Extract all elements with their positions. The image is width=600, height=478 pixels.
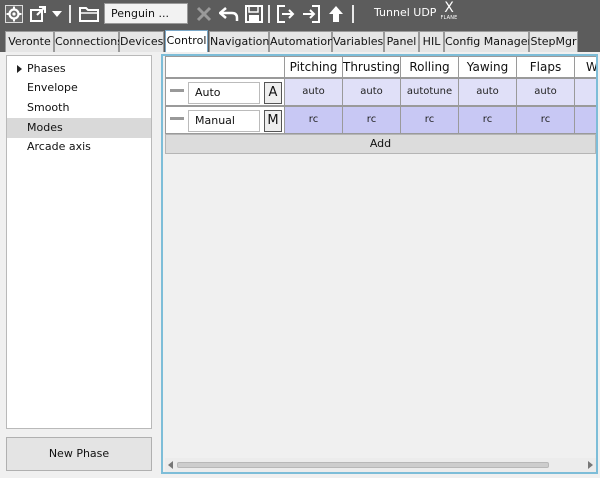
dropdown-chevron-down-icon[interactable] (50, 4, 64, 24)
modes-grid: Pitching Thrusting Rolling Yawing Flaps … (161, 54, 598, 474)
table-row[interactable]: Auto A auto auto autotune auto auto (165, 78, 596, 106)
open-external-icon[interactable] (28, 4, 48, 24)
project-selector[interactable]: Penguin ... (104, 3, 188, 24)
export-icon[interactable] (301, 4, 321, 24)
scroll-left-arrow-icon[interactable] (168, 461, 173, 469)
open-folder-icon[interactable] (78, 4, 100, 24)
sidebar-item-modes[interactable]: Modes (7, 118, 151, 138)
flane-logo-text: FLANE (440, 15, 458, 21)
toolbar-divider (352, 5, 354, 23)
mode-cell-yawing[interactable]: auto (458, 78, 517, 106)
tab-connections[interactable]: Connections (54, 31, 123, 52)
mode-cell-w[interactable] (574, 106, 596, 134)
column-header-flaps[interactable]: Flaps (516, 56, 575, 78)
mode-cell-pitching[interactable]: auto (284, 78, 343, 106)
sidebar-item-label: Envelope (27, 81, 78, 94)
tab-control[interactable]: Control (165, 30, 208, 53)
import-icon[interactable] (276, 4, 296, 24)
horizontal-scrollbar[interactable] (165, 458, 596, 472)
control-panel: Phases Envelope Smooth Modes Arcade axis… (0, 52, 600, 478)
tab-veronte[interactable]: Veronte (5, 31, 54, 52)
connection-label: Tunnel UDP (374, 6, 437, 19)
close-icon[interactable] (194, 4, 214, 24)
sidebar-item-label: Arcade axis (27, 140, 91, 153)
mode-cell-pitching[interactable]: rc (284, 106, 343, 134)
table-row[interactable]: Manual M rc rc rc rc rc (165, 106, 596, 134)
corner-header (165, 56, 285, 78)
sidebar-item-phases[interactable]: Phases (7, 59, 151, 79)
flane-logo-mark: X (444, 0, 454, 16)
toolbar-divider (268, 5, 270, 23)
sidebar-item-envelope[interactable]: Envelope (7, 78, 151, 98)
column-header-pitching[interactable]: Pitching (284, 56, 343, 78)
tab-devices[interactable]: Devices (119, 31, 164, 52)
main-toolbar: Penguin ... Tunnel UDP X FLANE (0, 0, 600, 28)
undo-icon[interactable] (218, 4, 240, 24)
add-mode-button[interactable]: Add (165, 134, 596, 154)
control-sidebar: Phases Envelope Smooth Modes Arcade axis (6, 55, 152, 429)
mode-cell-thrusting[interactable]: auto (342, 78, 401, 106)
tab-bar: Veronte Connections Devices Control Navi… (0, 28, 600, 53)
sidebar-item-smooth[interactable]: Smooth (7, 98, 151, 118)
tab-automation[interactable]: Automation (269, 31, 334, 52)
mode-cell-flaps[interactable]: rc (516, 106, 575, 134)
sidebar-item-label: Smooth (27, 101, 70, 114)
save-icon[interactable] (244, 4, 264, 24)
mode-cell-thrusting[interactable]: rc (342, 106, 401, 134)
drag-handle-icon[interactable] (170, 117, 184, 120)
settings-gear-icon[interactable] (4, 4, 24, 24)
mode-cell-yawing[interactable]: rc (458, 106, 517, 134)
tab-config-manager[interactable]: Config Manager (444, 31, 532, 52)
toolbar-divider (69, 5, 71, 23)
mode-key-button[interactable]: M (264, 110, 282, 132)
flane-logo-icon: X FLANE (438, 0, 460, 26)
upload-arrow-icon[interactable] (326, 4, 346, 24)
mode-cell-w[interactable] (574, 78, 596, 106)
column-header-thrusting[interactable]: Thrusting (342, 56, 401, 78)
scrollbar-thumb[interactable] (177, 462, 549, 468)
tab-navigation[interactable]: Navigation (209, 31, 269, 52)
new-phase-button[interactable]: New Phase (6, 437, 152, 471)
row-controls: Manual M (165, 106, 285, 134)
column-header-rolling[interactable]: Rolling (400, 56, 459, 78)
column-header-yawing[interactable]: Yawing (458, 56, 517, 78)
mode-name-input[interactable]: Manual (188, 110, 260, 132)
drag-handle-icon[interactable] (170, 89, 184, 92)
mode-key-button[interactable]: A (264, 82, 282, 104)
mode-cell-rolling[interactable]: autotune (400, 78, 459, 106)
tab-stepmgr[interactable]: StepMgr (529, 31, 578, 52)
sidebar-item-arcade-axis[interactable]: Arcade axis (7, 137, 151, 157)
tab-panel[interactable]: Panel (384, 31, 419, 52)
tab-hil[interactable]: HIL (419, 31, 444, 52)
sidebar-item-label: Phases (27, 62, 66, 75)
expand-arrow-icon[interactable] (17, 65, 22, 73)
sidebar-item-label: Modes (27, 121, 63, 134)
column-header-w[interactable]: W (574, 56, 596, 78)
row-controls: Auto A (165, 78, 285, 106)
mode-name-input[interactable]: Auto (188, 82, 260, 104)
mode-cell-flaps[interactable]: auto (516, 78, 575, 106)
mode-cell-rolling[interactable]: rc (400, 106, 459, 134)
scroll-right-arrow-icon[interactable] (588, 461, 593, 469)
tab-variables[interactable]: Variables (332, 31, 384, 52)
